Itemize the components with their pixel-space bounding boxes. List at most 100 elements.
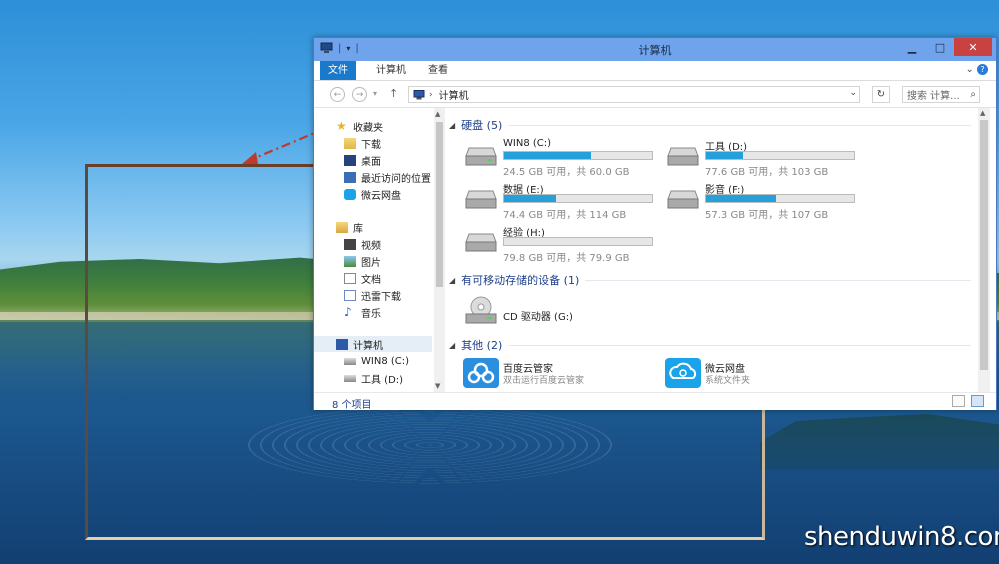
cloud-icon: [669, 362, 697, 379]
tab-computer[interactable]: 计算机: [366, 61, 416, 80]
details-view-icon[interactable]: [952, 395, 965, 407]
nav-desktop[interactable]: 桌面: [344, 152, 381, 168]
nav-favorites[interactable]: ★ 收藏夹: [336, 118, 383, 134]
nav-label: 库: [353, 223, 363, 235]
drive-name: WIN8 (C:): [503, 138, 552, 149]
document-icon: [344, 272, 356, 284]
explorer-window[interactable]: | ▾ | 计算机 ▁ □ ✕ 文件 计算机 查看 ⌄ ? ← → ▾ ↑ › …: [313, 37, 997, 411]
collapse-caret-icon[interactable]: ◢: [449, 276, 455, 285]
nav-computer[interactable]: 计算机: [314, 336, 432, 352]
group-divider: [508, 124, 971, 126]
nav-thunder[interactable]: 迅雷下载: [344, 287, 401, 303]
nav-downloads[interactable]: 下载: [344, 135, 381, 151]
baidu-cloud-icon: [463, 358, 499, 388]
item-desc: 系统文件夹: [705, 376, 751, 386]
ribbon-expand-icon[interactable]: ⌄ ?: [965, 64, 988, 75]
group-header-other[interactable]: ◢ 其他 (2): [449, 336, 971, 354]
nav-documents[interactable]: 文档: [344, 270, 381, 286]
item-count: 8 个项目: [332, 400, 372, 411]
refresh-button[interactable]: ↻: [872, 86, 890, 103]
drive-info: 24.5 GB 可用，共 60.0 GB: [503, 167, 630, 178]
content-scrollbar[interactable]: ▲: [978, 108, 990, 392]
group-title: 有可移动存储的设备 (1): [461, 274, 580, 287]
collapse-caret-icon[interactable]: ◢: [449, 341, 455, 350]
nav-label: 迅雷下载: [361, 291, 401, 303]
collapse-caret-icon[interactable]: ◢: [449, 121, 455, 130]
scroll-up-icon[interactable]: ▲: [980, 109, 985, 117]
nav-pictures[interactable]: 图片: [344, 253, 381, 269]
large-icons-view-icon[interactable]: [971, 395, 984, 407]
nav-label: WIN8 (C:): [361, 355, 410, 367]
close-button[interactable]: ✕: [954, 38, 992, 56]
drive-d[interactable]: 工具 (D:) 77.6 GB 可用，共 103 GB: [665, 138, 865, 178]
drive-h[interactable]: 经验 (H:) 79.8 GB 可用，共 79.9 GB: [463, 224, 663, 264]
navigation-pane: ★ 收藏夹 下载 桌面 最近访问的位置 微云网盘 库 视频 图片 文档 迅雷下载…: [314, 108, 434, 392]
title-bar[interactable]: | ▾ | 计算机 ▁ □ ✕: [314, 38, 996, 61]
wallpaper-island: [760, 414, 999, 470]
weiyun-item[interactable]: 微云网盘 系统文件夹: [665, 358, 865, 392]
drive-usage-fill: [504, 152, 592, 159]
computer-icon: [413, 89, 425, 99]
drive-info: 74.4 GB 可用，共 114 GB: [503, 210, 627, 221]
group-divider: [508, 344, 971, 346]
drive-info: 77.6 GB 可用，共 103 GB: [705, 167, 829, 178]
nav-music[interactable]: ♪ 音乐: [344, 304, 381, 320]
nav-pane-scrollbar[interactable]: ▲ ▼: [434, 108, 445, 392]
music-icon: ♪: [344, 304, 352, 319]
hard-drive-icon: [667, 190, 699, 209]
search-input[interactable]: 搜索 计算... ⌕: [902, 86, 980, 103]
nav-videos[interactable]: 视频: [344, 236, 381, 252]
nav-drive-d[interactable]: 工具 (D:): [344, 370, 403, 386]
item-desc: 双击运行百度云管家: [503, 376, 585, 386]
hard-drive-icon: [465, 190, 497, 209]
nav-weiyun[interactable]: 微云网盘: [344, 186, 401, 202]
address-field[interactable]: › 计算机 ⌄: [408, 86, 860, 103]
maximize-button[interactable]: □: [926, 38, 954, 56]
forward-button[interactable]: →: [352, 87, 367, 102]
drive-c[interactable]: WIN8 (C:) 24.5 GB 可用，共 60.0 GB: [463, 138, 663, 178]
ribbon-tabs: 文件 计算机 查看 ⌄ ?: [314, 61, 996, 81]
nav-label: 文档: [361, 274, 381, 286]
nav-drive-c[interactable]: WIN8 (C:): [344, 353, 409, 369]
up-button[interactable]: ↑: [389, 87, 398, 100]
minimize-button[interactable]: ▁: [898, 38, 926, 56]
group-title: 其他 (2): [461, 339, 503, 352]
scroll-down-icon[interactable]: ▼: [435, 382, 440, 390]
group-header-hard-disks[interactable]: ◢ 硬盘 (5): [449, 116, 971, 134]
scroll-thumb[interactable]: [980, 120, 988, 370]
address-bar-row: ← → ▾ ↑ › 计算机 ⌄ ↻ 搜索 计算... ⌕: [314, 81, 996, 108]
recent-dropdown-icon[interactable]: ▾: [373, 89, 377, 98]
nav-label: 工具 (D:): [361, 374, 404, 386]
breadcrumb-computer[interactable]: 计算机: [439, 87, 469, 102]
video-icon: [344, 238, 356, 250]
cd-drive-g[interactable]: CD 驱动器 (G:): [463, 296, 663, 336]
nav-label: 视频: [361, 240, 381, 252]
back-button[interactable]: ←: [330, 87, 345, 102]
download-folder-icon: [344, 137, 356, 149]
scroll-up-icon[interactable]: ▲: [435, 110, 440, 118]
scroll-thumb[interactable]: [436, 122, 443, 287]
tab-view[interactable]: 查看: [418, 61, 458, 80]
tab-file[interactable]: 文件: [320, 61, 356, 80]
help-icon[interactable]: ?: [977, 64, 988, 75]
drive-usage-bar: [705, 194, 855, 203]
nav-libraries[interactable]: 库: [336, 219, 363, 235]
drive-usage-bar: [503, 194, 653, 203]
thunder-download-icon: [344, 289, 356, 301]
drive-e[interactable]: 数据 (E:) 74.4 GB 可用，共 114 GB: [463, 181, 663, 221]
nav-recent[interactable]: 最近访问的位置: [344, 169, 431, 185]
group-header-removable[interactable]: ◢ 有可移动存储的设备 (1): [449, 271, 971, 289]
computer-icon: [336, 338, 348, 350]
content-pane: ◢ 硬盘 (5) WIN8 (C:) 24.5 GB 可用，共 60.0 GB: [449, 108, 971, 392]
drive-f[interactable]: 影音 (F:) 57.3 GB 可用，共 107 GB: [665, 181, 865, 221]
drive-usage-bar: [503, 237, 653, 246]
cd-drive-icon: [465, 296, 497, 324]
drive-usage-bar: [705, 151, 855, 160]
baidu-cloud-item[interactable]: 百度云管家 双击运行百度云管家: [463, 358, 663, 392]
address-dropdown-icon[interactable]: ⌄: [849, 88, 857, 98]
nav-label: 微云网盘: [361, 190, 401, 202]
search-icon[interactable]: ⌕: [970, 89, 976, 100]
library-icon: [336, 221, 348, 233]
group-divider: [585, 279, 971, 281]
breadcrumb-separator-icon[interactable]: ›: [429, 90, 433, 100]
